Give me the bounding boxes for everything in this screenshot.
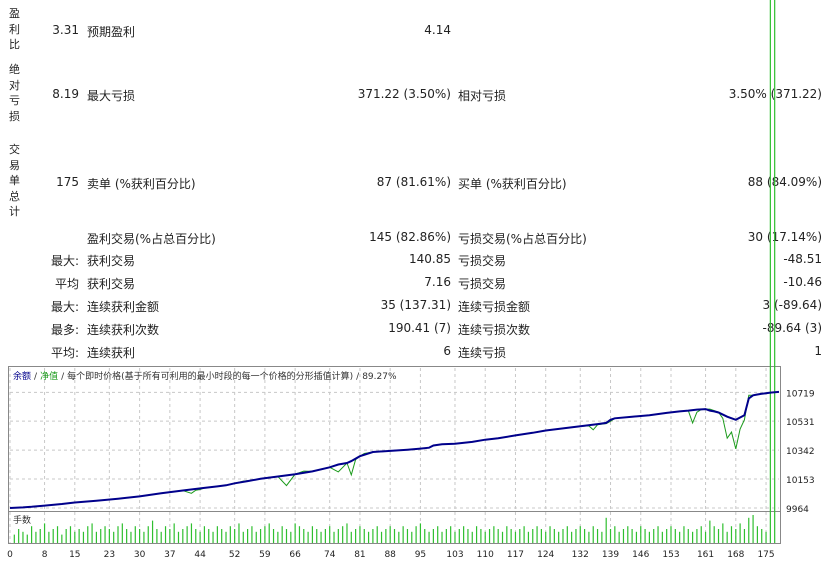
x-tick-label: 175	[757, 550, 774, 560]
x-tick-label: 103	[446, 550, 463, 560]
x-tick-label: 0	[7, 550, 13, 560]
x-tick-label: 153	[662, 550, 679, 560]
y-tick-labels: 10719 10531 10342 10153 9964	[786, 389, 815, 515]
x-tick-label: 30	[134, 550, 146, 560]
x-tick-label: 110	[477, 550, 494, 560]
y-tick-label: 10531	[786, 418, 815, 428]
x-tick-label: 81	[354, 550, 365, 560]
x-tick-label: 74	[324, 550, 336, 560]
y-tick-label: 9964	[786, 505, 809, 515]
x-tick-label: 66	[289, 550, 301, 560]
x-tick-label: 52	[229, 550, 240, 560]
volume-label: 手数	[13, 514, 31, 526]
legend: 余额 / 净值 / 每个即时价格(基于所有可利用的最小时段的每一个价格的分形插值计算) /…	[13, 370, 397, 382]
x-tick-label: 146	[632, 550, 649, 560]
y-tick-label: 10719	[786, 389, 815, 399]
x-tick-label: 95	[415, 550, 426, 560]
legend-equity: 净值	[40, 370, 58, 382]
x-tick-label: 161	[697, 550, 714, 560]
x-tick-label: 124	[537, 550, 554, 560]
legend-quality: 89.27%	[362, 372, 397, 382]
x-tick-label: 44	[194, 550, 206, 560]
x-tick-label: 15	[69, 550, 80, 560]
plot-frame	[8, 366, 781, 544]
y-tick-label: 10342	[786, 447, 815, 457]
x-tick-label: 8	[42, 550, 48, 560]
x-tick-label: 117	[507, 550, 524, 560]
legend-description: 每个即时价格(基于所有可利用的最小时段的每一个价格的分形插值计算)	[67, 370, 353, 382]
x-tick-label: 88	[384, 550, 396, 560]
x-tick-labels: 0 8 15 23 30 37 44 52 59 66 74 81 88 95 103 110 117 124 13…	[7, 550, 775, 560]
x-tick-label: 139	[602, 550, 619, 560]
x-tick-label: 59	[259, 550, 271, 560]
y-tick-label: 10153	[786, 476, 815, 486]
x-tick-label: 23	[104, 550, 115, 560]
x-tick-label: 132	[572, 550, 589, 560]
legend-balance: 余额	[13, 370, 31, 382]
x-tick-label: 37	[164, 550, 175, 560]
x-tick-label: 168	[727, 550, 744, 560]
balance-equity-chart: 10719 10531 10342 10153 9964 0 8 15 23 30 37 44 52 5…	[7, 0, 815, 560]
